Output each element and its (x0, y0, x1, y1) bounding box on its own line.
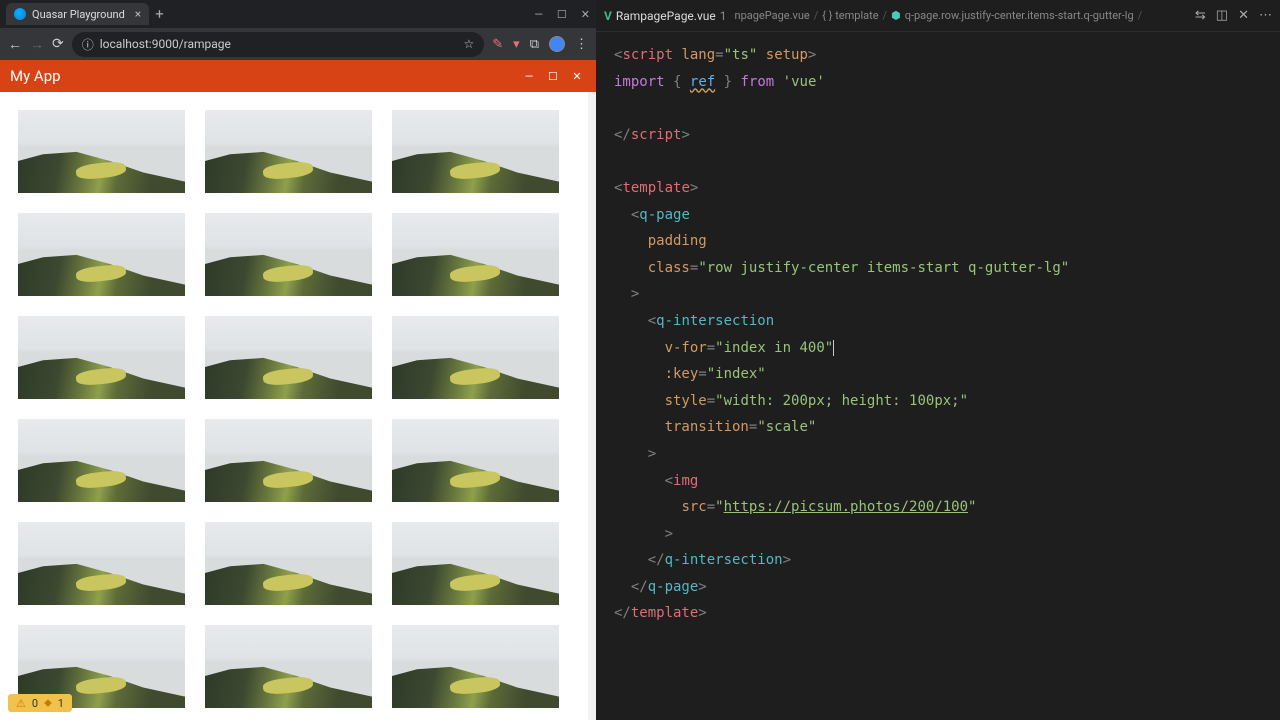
editor-tab[interactable]: V RampagePage.vue 1 (604, 9, 727, 23)
window-controls: — ☐ ✕ (534, 8, 590, 21)
text-cursor (833, 340, 834, 356)
image-grid (0, 92, 596, 720)
back-icon[interactable]: ← (8, 36, 22, 53)
warning-icon: ⚠ (16, 697, 26, 710)
app-title: My App (10, 67, 61, 85)
thumbnail (18, 110, 185, 193)
app-header: My App — ☐ ✕ (0, 60, 596, 92)
reload-icon[interactable]: ⟳ (52, 36, 64, 52)
breadcrumb-b: { } template (822, 9, 878, 22)
warning-count: 0 (32, 697, 38, 710)
thumbnail (18, 316, 185, 399)
breadcrumb[interactable]: npagePage.vue / { } template / ⬢ q-page.… (735, 9, 1143, 22)
thumbnail (205, 522, 372, 605)
browser-window: Quasar Playground × + — ☐ ✕ ← → ⟳ ⓘ loca… (0, 0, 596, 720)
vue-icon: V (604, 9, 612, 23)
thumbnail (392, 522, 559, 605)
editor-window: V RampagePage.vue 1 npagePage.vue / { } … (596, 0, 1280, 720)
quasar-favicon (14, 8, 26, 20)
thumbnail (392, 419, 559, 502)
breadcrumb-icon: ⬢ (891, 9, 901, 22)
app-content: ⚠ 0 ⬥ 1 (0, 92, 596, 720)
url-input[interactable]: ⓘ localhost:9000/rampage ☆ (72, 32, 485, 57)
close-icon[interactable]: × (135, 7, 141, 21)
forward-icon[interactable]: → (30, 36, 44, 53)
close-editor-icon[interactable]: ✕ (1238, 8, 1249, 23)
editor-modified-count: 1 (720, 9, 727, 23)
browser-toolbar: ← → ⟳ ⓘ localhost:9000/rampage ☆ ✎ ▾ ⧉ ⋮ (0, 28, 596, 60)
thumbnail (18, 419, 185, 502)
extension-icon-2[interactable]: ▾ (513, 37, 520, 52)
thumbnail (392, 110, 559, 193)
thumbnail (205, 110, 372, 193)
star-icon[interactable]: ☆ (464, 37, 475, 51)
extension-icon-3[interactable]: ⧉ (530, 37, 539, 52)
toolbar-icons: ✎ ▾ ⧉ ⋮ (492, 36, 588, 52)
thumbnail (18, 213, 185, 296)
code-editor[interactable]: <script lang="ts" setup> import { ref } … (596, 32, 1280, 720)
browser-tab-bar: Quasar Playground × + — ☐ ✕ (0, 0, 596, 28)
thumbnail (205, 625, 372, 708)
scrollbar[interactable] (588, 92, 596, 720)
maximize-icon[interactable]: ☐ (557, 8, 567, 21)
editor-header: V RampagePage.vue 1 npagePage.vue / { } … (596, 0, 1280, 32)
profile-avatar[interactable] (549, 36, 565, 52)
browser-tab[interactable]: Quasar Playground × (6, 3, 149, 25)
close-icon[interactable]: ✕ (581, 8, 590, 21)
status-bar[interactable]: ⚠ 0 ⬥ 1 (8, 694, 72, 712)
breadcrumb-a: npagePage.vue (735, 9, 810, 22)
url-text: localhost:9000/rampage (100, 37, 231, 51)
more-icon[interactable]: ⋯ (1259, 8, 1272, 23)
editor-filename: RampagePage.vue (616, 9, 716, 23)
error-count: 1 (58, 697, 64, 710)
editor-actions: ⇆ ◫ ✕ ⋯ (1195, 8, 1272, 23)
thumbnail (205, 213, 372, 296)
thumbnail (392, 213, 559, 296)
thumbnail (18, 522, 185, 605)
info-icon: ⓘ (82, 36, 94, 53)
app-close-icon[interactable]: ✕ (568, 67, 586, 85)
thumbnail (205, 316, 372, 399)
menu-icon[interactable]: ⋮ (575, 37, 588, 52)
new-tab-button[interactable]: + (155, 5, 164, 23)
app-minimize-icon[interactable]: — (520, 67, 538, 85)
extension-icon-1[interactable]: ✎ (492, 37, 503, 52)
thumbnail (392, 625, 559, 708)
compare-icon[interactable]: ⇆ (1195, 8, 1206, 23)
minimize-icon[interactable]: — (534, 8, 543, 21)
breadcrumb-c: q-page.row.justify-center.items-start.q-… (905, 9, 1134, 22)
app-maximize-icon[interactable]: ☐ (544, 67, 562, 85)
split-icon[interactable]: ◫ (1216, 8, 1228, 23)
thumbnail (392, 316, 559, 399)
error-icon: ⬥ (44, 696, 52, 710)
tab-title: Quasar Playground (32, 8, 125, 21)
thumbnail (205, 419, 372, 502)
